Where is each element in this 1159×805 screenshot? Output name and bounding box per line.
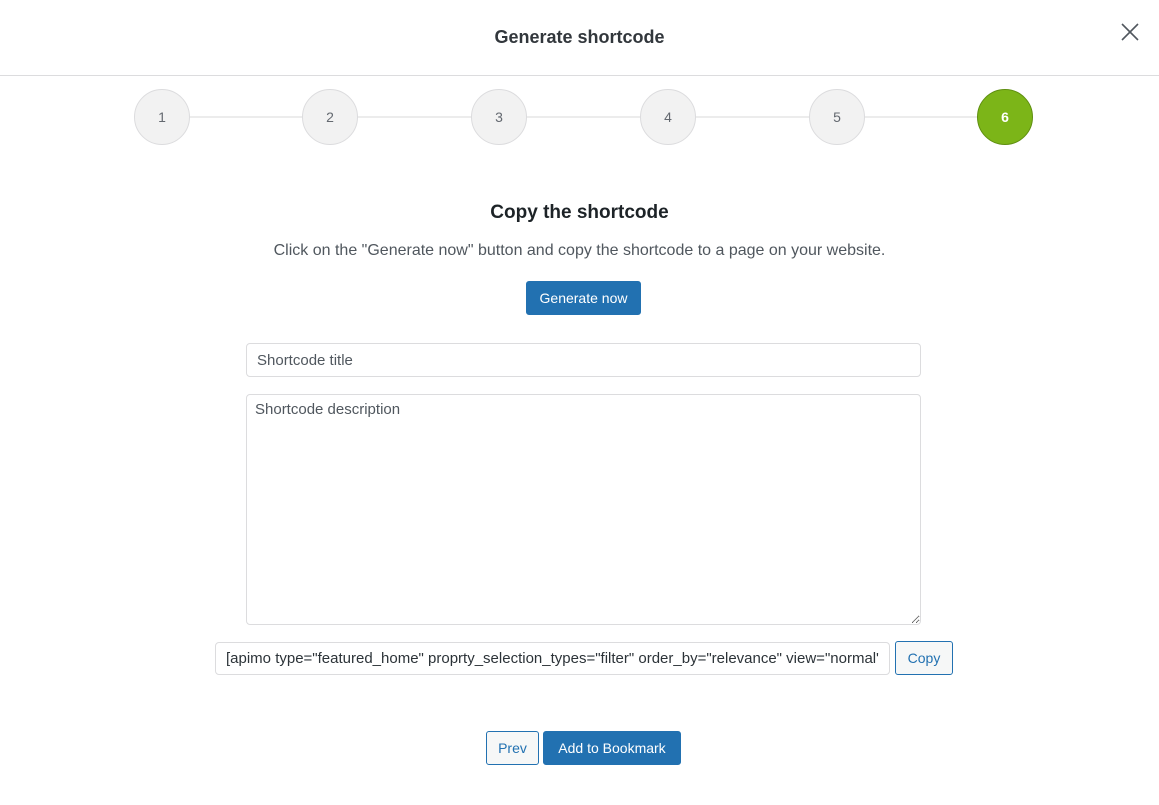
step-6[interactable]: 6: [977, 89, 1033, 145]
add-to-bookmark-button[interactable]: Add to Bookmark: [543, 731, 681, 765]
step-4[interactable]: 4: [640, 89, 696, 145]
shortcode-description-input[interactable]: [246, 394, 921, 625]
step-progress: 1 2 3 4 5 6: [134, 89, 1034, 145]
close-icon: [1121, 23, 1139, 41]
section-description: Click on the "Generate now" button and c…: [273, 242, 886, 259]
section-title: Copy the shortcode: [490, 202, 669, 223]
modal-title: Generate shortcode: [494, 27, 665, 47]
step-1[interactable]: 1: [134, 89, 190, 145]
step-2[interactable]: 2: [302, 89, 358, 145]
step-5[interactable]: 5: [809, 89, 865, 145]
generate-now-button[interactable]: Generate now: [526, 281, 641, 315]
close-button[interactable]: [1116, 18, 1144, 46]
shortcode-title-input[interactable]: [246, 343, 921, 377]
steps-connector-line: [162, 116, 1006, 118]
modal-header: Generate shortcode: [0, 0, 1159, 76]
step-3[interactable]: 3: [471, 89, 527, 145]
copy-button[interactable]: Copy: [895, 641, 953, 675]
prev-button[interactable]: Prev: [486, 731, 539, 765]
shortcode-output-field[interactable]: [215, 642, 890, 675]
